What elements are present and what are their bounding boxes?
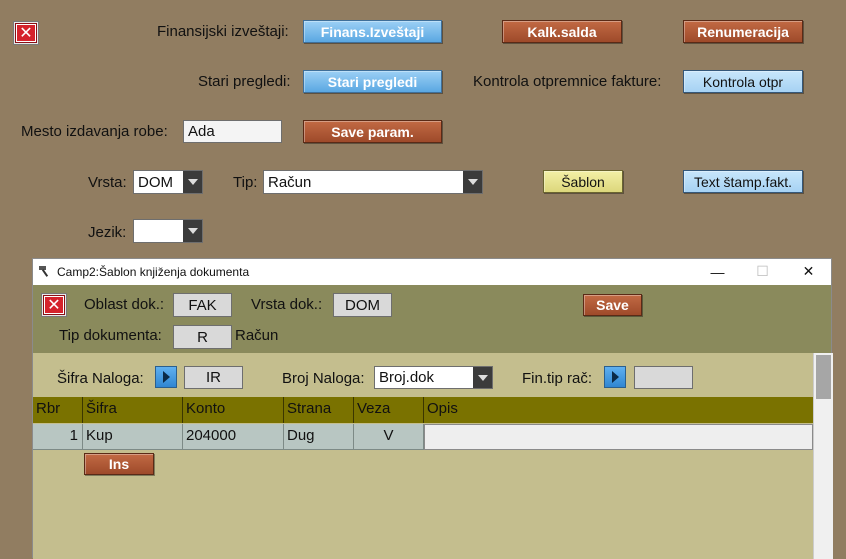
cell-opis[interactable] [424, 424, 813, 450]
column-header-sifra[interactable]: Šifra [83, 397, 183, 423]
broj-naloga-value: Broj.dok [379, 369, 435, 386]
cell-rbr[interactable]: 1 [33, 424, 83, 450]
window-close-button[interactable]: ✕ [786, 259, 831, 284]
column-header-strana[interactable]: Strana [284, 397, 354, 423]
vrsta-label: Vrsta: [88, 174, 127, 191]
tip-label: Tip: [233, 174, 258, 191]
sablon-knjizenja-window: Camp2:Šablon knjiženja dokumenta — ☐ ✕ ✕… [32, 258, 833, 559]
fin-tip-rac-label: Fin.tip rač: [522, 370, 593, 387]
oblast-dok-label: Oblast dok.: [84, 296, 165, 313]
kontrola-otpremnice-label: Kontrola otpremnice fakture: [473, 73, 662, 90]
vrsta-select[interactable]: DOM [133, 170, 203, 194]
jezik-label: Jezik: [88, 224, 127, 241]
chevron-down-icon[interactable] [183, 171, 202, 193]
text-stamp-fakt-button[interactable]: Text štamp.fakt. [683, 170, 803, 193]
sablon-button[interactable]: Šablon [543, 170, 623, 193]
column-header-konto[interactable]: Konto [183, 397, 284, 423]
close-icon: ✕ [43, 295, 65, 315]
vertical-scrollbar[interactable] [813, 353, 833, 559]
close-dialog-button[interactable]: ✕ [41, 293, 67, 317]
vrsta-dok-field[interactable]: DOM [333, 293, 392, 317]
minimize-button[interactable]: — [695, 259, 740, 284]
chevron-down-icon[interactable] [183, 220, 202, 242]
vrsta-dok-label: Vrsta dok.: [251, 296, 323, 313]
table-header: Rbr Šifra Konto Strana Veza Opis [33, 397, 813, 423]
broj-naloga-select[interactable]: Broj.dok [374, 366, 493, 389]
broj-naloga-label: Broj Naloga: [282, 370, 365, 387]
maximize-button[interactable]: ☐ [740, 259, 785, 284]
tip-dokumenta-field[interactable]: R [173, 325, 232, 349]
column-header-rbr[interactable]: Rbr [33, 397, 83, 423]
sifra-naloga-field[interactable]: IR [184, 366, 243, 389]
chevron-down-icon[interactable] [463, 171, 482, 193]
scrollbar-thumb[interactable] [816, 355, 831, 399]
kalk-salda-button[interactable]: Kalk.salda [502, 20, 622, 43]
tip-select-value: Račun [268, 173, 312, 191]
mesto-izdavanja-label: Mesto izdavanja robe: [21, 123, 168, 140]
vrsta-select-value: DOM [138, 173, 173, 191]
cell-sifra[interactable]: Kup [83, 424, 183, 450]
column-header-veza[interactable]: Veza [354, 397, 424, 423]
close-form-button[interactable]: ✕ [13, 21, 39, 45]
save-param-button[interactable]: Save param. [303, 120, 442, 143]
window-titlebar[interactable]: Camp2:Šablon knjiženja dokumenta — ☐ ✕ [33, 259, 831, 284]
fin-izvestaji-label: Finansijski izveštaji: [157, 23, 289, 40]
kontrola-otpr-button[interactable]: Kontrola otpr [683, 70, 803, 93]
hammer-icon [38, 264, 52, 278]
sifra-naloga-label: Šifra Naloga: [57, 370, 144, 387]
close-icon: ✕ [15, 23, 37, 43]
chevron-down-icon[interactable] [473, 367, 492, 388]
jezik-select[interactable] [133, 219, 203, 243]
tip-dokumenta-label: Tip dokumenta: [59, 327, 162, 344]
oblast-dok-field[interactable]: FAK [173, 293, 232, 317]
table-row[interactable]: 1 Kup 204000 Dug V [33, 424, 813, 450]
cell-strana[interactable]: Dug [284, 424, 354, 450]
finans-izvestaji-button[interactable]: Finans.Izveštaji [303, 20, 442, 43]
cell-veza[interactable]: V [354, 424, 424, 450]
mesto-izdavanja-input[interactable]: Ada [183, 120, 282, 143]
column-header-opis[interactable]: Opis [424, 397, 813, 423]
ins-button[interactable]: Ins [84, 453, 154, 475]
document-header-panel: ✕ Oblast dok.: FAK Vrsta dok.: DOM Save … [33, 285, 831, 353]
save-button[interactable]: Save [583, 294, 642, 316]
fin-tip-rac-field[interactable] [634, 366, 693, 389]
tip-dokumenta-name: Račun [235, 327, 279, 344]
stari-pregledi-button[interactable]: Stari pregledi [303, 70, 442, 93]
window-title: Camp2:Šablon knjiženja dokumenta [57, 265, 250, 279]
stari-pregledi-label: Stari pregledi: [198, 73, 291, 90]
cell-konto[interactable]: 204000 [183, 424, 284, 450]
fin-tip-rac-lookup-button[interactable] [604, 366, 626, 388]
sifra-naloga-lookup-button[interactable] [155, 366, 177, 388]
renumeracija-button[interactable]: Renumeracija [683, 20, 803, 43]
tip-select[interactable]: Račun [263, 170, 483, 194]
